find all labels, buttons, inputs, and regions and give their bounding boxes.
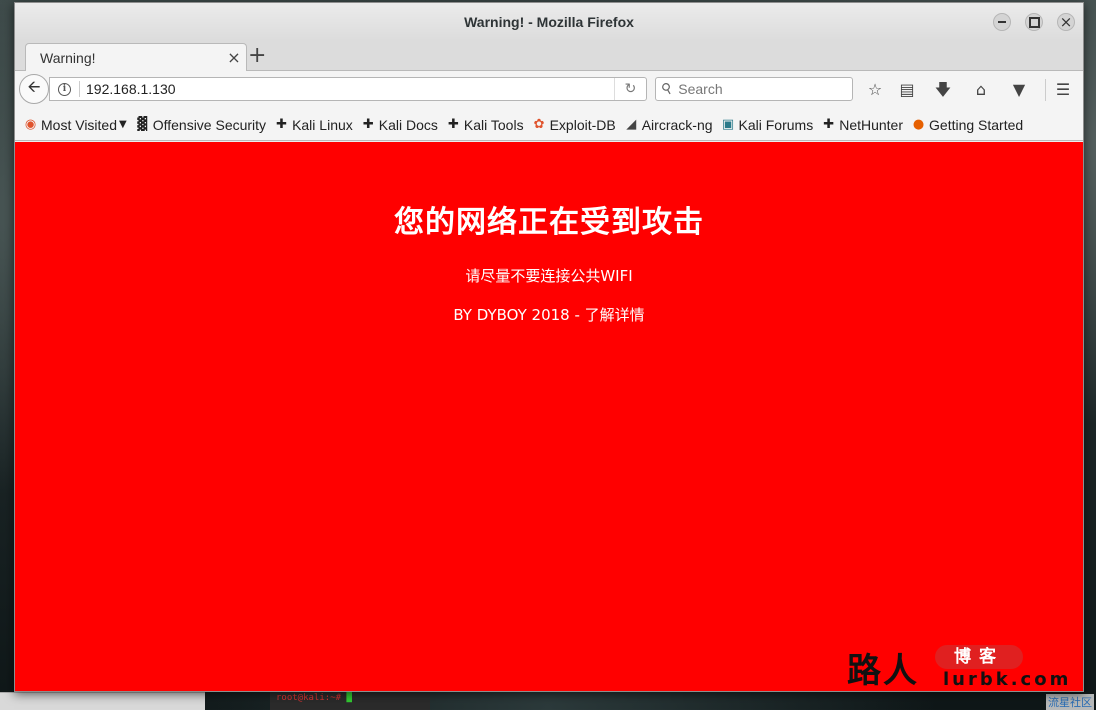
page-warning-text: 请尽量不要连接公共WIFI bbox=[465, 267, 633, 285]
new-tab-button[interactable]: + bbox=[248, 43, 266, 69]
minimize-button[interactable] bbox=[993, 13, 1011, 31]
url-bar[interactable]: i 192.168.1.130 ↻ bbox=[49, 77, 647, 101]
bookmark-label: NetHunter bbox=[839, 116, 904, 133]
reading-list-icon[interactable]: ▤ bbox=[895, 79, 919, 101]
bookmark-aircrack-ng[interactable]: ◢ Aircrack-ng bbox=[624, 116, 713, 133]
bookmark-kali-docs[interactable]: ✚ Kali Docs bbox=[361, 117, 438, 133]
chevron-down-icon: ▼ bbox=[119, 119, 127, 130]
most-visited-icon: ◉ bbox=[24, 117, 37, 132]
bookmark-most-visited[interactable]: ◉ Most Visited ▼ bbox=[23, 117, 127, 133]
tab-warning[interactable]: Warning! × bbox=[25, 43, 247, 71]
site-info-icon[interactable]: i bbox=[58, 82, 71, 96]
site-watermark: 路人 博客 lurbk.com bbox=[843, 637, 1083, 691]
kali-dragon-icon: ✚ bbox=[362, 117, 374, 132]
kali-dragon-icon: ✚ bbox=[447, 117, 459, 132]
offsec-icon: ▓ bbox=[137, 117, 148, 132]
tab-title: Warning! bbox=[40, 49, 96, 66]
search-bar[interactable]: ⚲ bbox=[655, 77, 860, 101]
bookmark-label: Offensive Security bbox=[152, 116, 267, 133]
bookmark-offensive-security[interactable]: ▓ Offensive Security bbox=[135, 117, 266, 133]
page-headline: 您的网络正在受到攻击 bbox=[394, 205, 704, 240]
terminal-window-peek: root@kali:~# █ bbox=[270, 690, 430, 710]
bookmark-label: Kali Tools bbox=[463, 116, 524, 133]
close-window-button[interactable] bbox=[1057, 13, 1075, 31]
bookmark-label: Kali Docs bbox=[378, 116, 438, 133]
url-separator bbox=[79, 81, 80, 97]
page-credit-link[interactable]: BY DYBOY 2018 - 了解详情 bbox=[15, 304, 1083, 325]
bookmark-label: Kali Linux bbox=[292, 116, 353, 133]
tab-strip: Warning! × + bbox=[15, 41, 1083, 71]
downloads-icon[interactable]: 🡇 bbox=[931, 79, 955, 101]
bookmark-label: Most Visited bbox=[41, 116, 117, 133]
hamburger-menu-icon[interactable]: ☰ bbox=[1051, 79, 1075, 101]
aircrack-icon: ◢ bbox=[626, 117, 637, 132]
bookmark-label: Getting Started bbox=[929, 116, 1024, 133]
page-content: 您的网络正在受到攻击 请尽量不要连接公共WIFI BY DYBOY 2018 -… bbox=[15, 142, 1083, 691]
titlebar[interactable]: Warning! - Mozilla Firefox bbox=[15, 3, 1083, 41]
reload-icon[interactable]: ↻ bbox=[614, 78, 646, 100]
desktop-dock bbox=[0, 692, 205, 710]
pocket-icon[interactable]: ▼ bbox=[1007, 79, 1031, 101]
home-icon[interactable]: ⌂ bbox=[969, 79, 993, 101]
window-title: Warning! - Mozilla Firefox bbox=[464, 14, 634, 30]
search-icon: ⚲ bbox=[658, 79, 676, 99]
kali-forums-icon: ▣ bbox=[721, 117, 735, 132]
bookmark-kali-tools[interactable]: ✚ Kali Tools bbox=[446, 117, 524, 133]
watermark-name: 路人 bbox=[847, 651, 919, 691]
firefox-icon: ● bbox=[912, 117, 925, 132]
firefox-window: Warning! - Mozilla Firefox Warning! × + … bbox=[14, 2, 1084, 692]
bookmarks-toolbar: ◉ Most Visited ▼ ▓ Offensive Security ✚ … bbox=[15, 109, 1083, 141]
bookmark-getting-started[interactable]: ● Getting Started bbox=[911, 117, 1023, 133]
back-arrow-icon: 🡨 bbox=[27, 76, 41, 96]
bookmark-label: Exploit-DB bbox=[549, 116, 616, 133]
back-button[interactable]: 🡨 bbox=[19, 74, 49, 104]
bookmark-star-icon[interactable]: ☆ bbox=[863, 79, 887, 101]
search-input[interactable] bbox=[678, 79, 860, 99]
kali-dragon-icon: ✚ bbox=[276, 117, 288, 132]
corner-watermark-text: 流星社区 bbox=[1046, 694, 1094, 710]
watermark-pill: 博客 bbox=[935, 645, 1023, 669]
toolbar-separator bbox=[1045, 79, 1046, 101]
url-text[interactable]: 192.168.1.130 bbox=[86, 81, 614, 97]
kali-dragon-icon: ✚ bbox=[823, 117, 835, 132]
bookmark-label: Aircrack-ng bbox=[641, 116, 713, 133]
navigation-toolbar: 🡨 i 192.168.1.130 ↻ ⚲ ☆ ▤ 🡇 ⌂ ▼ ☰ bbox=[15, 71, 1083, 109]
tab-close-icon[interactable]: × bbox=[224, 48, 244, 67]
bookmark-kali-forums[interactable]: ▣ Kali Forums bbox=[721, 116, 814, 133]
maximize-button[interactable] bbox=[1025, 13, 1043, 31]
exploit-db-icon: ✿ bbox=[533, 117, 545, 132]
bookmark-label: Kali Forums bbox=[738, 116, 814, 133]
bookmark-nethunter[interactable]: ✚ NetHunter bbox=[821, 117, 903, 133]
bookmark-exploit-db[interactable]: ✿ Exploit-DB bbox=[532, 117, 616, 133]
bookmark-kali-linux[interactable]: ✚ Kali Linux bbox=[274, 117, 353, 133]
watermark-domain: lurbk.com bbox=[943, 669, 1072, 690]
